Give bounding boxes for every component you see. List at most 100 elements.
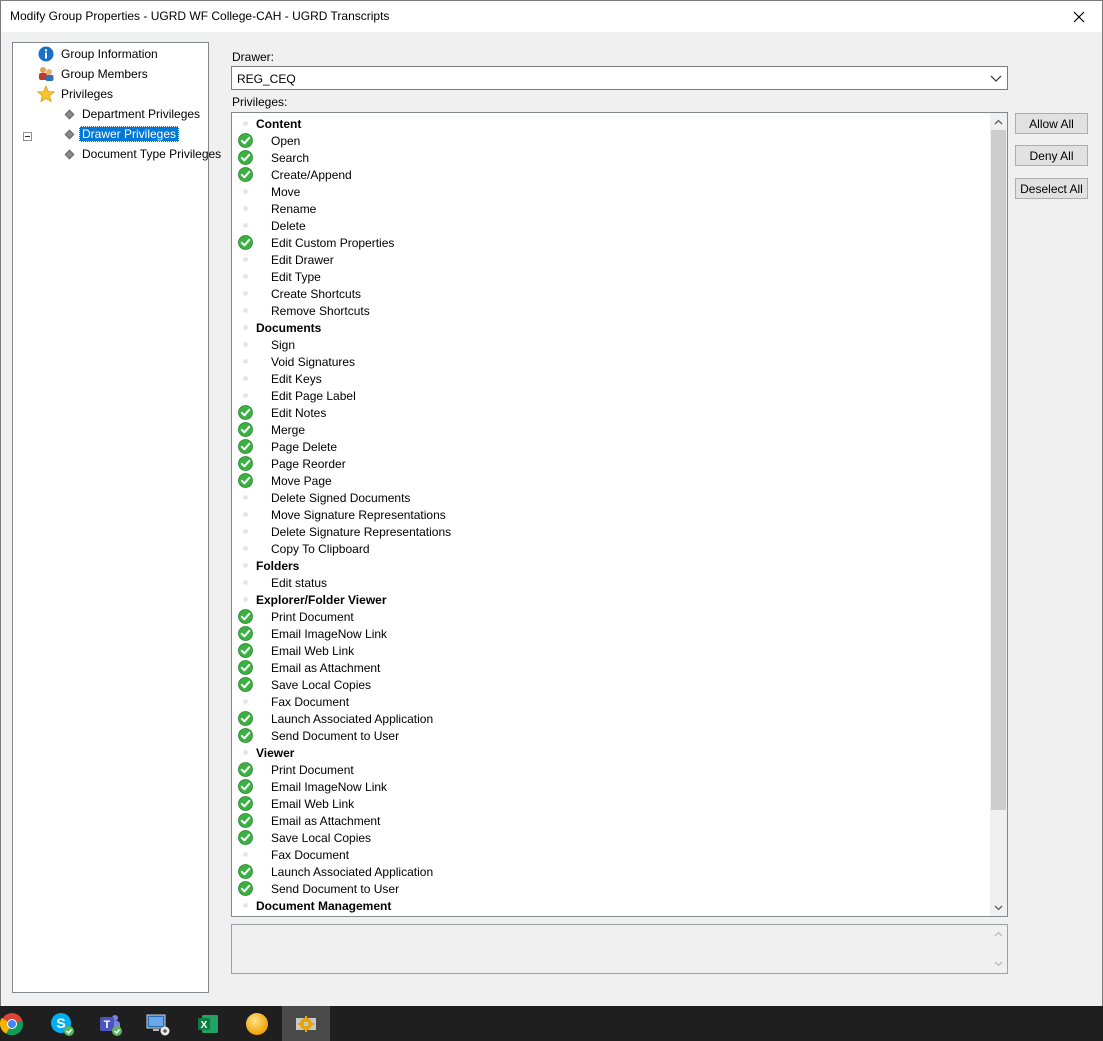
- tree-item-document-type-privileges[interactable]: Document Type Privileges: [61, 145, 224, 163]
- privilege-row[interactable]: Edit Drawer: [232, 251, 990, 268]
- privileges-list[interactable]: Content Open Search Create/Append Move Rename…: [231, 112, 1008, 917]
- tree-item-drawer-privileges[interactable]: Drawer Privileges: [61, 125, 180, 143]
- privilege-row[interactable]: Delete Signed Documents: [232, 489, 990, 506]
- allowed-check-icon[interactable]: [238, 422, 253, 437]
- unset-dot-icon[interactable]: [238, 524, 253, 539]
- allowed-check-icon[interactable]: [238, 677, 253, 692]
- taskbar-excel[interactable]: X: [184, 1006, 232, 1041]
- privilege-row[interactable]: Edit Custom Properties: [232, 234, 990, 251]
- allowed-check-icon[interactable]: [238, 813, 253, 828]
- allowed-check-icon[interactable]: [238, 830, 253, 845]
- privilege-row[interactable]: Email Web Link: [232, 795, 990, 812]
- close-button[interactable]: [1056, 1, 1102, 32]
- privilege-row[interactable]: Move Page: [232, 472, 990, 489]
- privilege-group-row[interactable]: Documents: [232, 319, 990, 336]
- unset-dot-icon[interactable]: [238, 354, 253, 369]
- allowed-check-icon[interactable]: [238, 609, 253, 624]
- allowed-check-icon[interactable]: [238, 405, 253, 420]
- privilege-row[interactable]: Edit Keys: [232, 370, 990, 387]
- privilege-row[interactable]: Merge: [232, 421, 990, 438]
- description-scrollbar[interactable]: [990, 925, 1007, 973]
- privilege-group-row[interactable]: Explorer/Folder Viewer: [232, 591, 990, 608]
- unset-dot-icon[interactable]: [238, 592, 253, 607]
- privilege-row[interactable]: Edit Notes: [232, 404, 990, 421]
- privilege-row[interactable]: Send Document to User: [232, 880, 990, 897]
- allowed-check-icon[interactable]: [238, 779, 253, 794]
- privilege-row[interactable]: Fax Document: [232, 846, 990, 863]
- unset-dot-icon[interactable]: [238, 541, 253, 556]
- unset-dot-icon[interactable]: [238, 388, 253, 403]
- tree-item-department-privileges[interactable]: Department Privileges: [61, 105, 203, 123]
- privilege-row[interactable]: Send Document to User: [232, 727, 990, 744]
- allowed-check-icon[interactable]: [238, 762, 253, 777]
- allowed-check-icon[interactable]: [238, 150, 253, 165]
- drawer-select[interactable]: REG_CEQ: [231, 66, 1008, 90]
- privilege-row[interactable]: Move: [232, 183, 990, 200]
- allowed-check-icon[interactable]: [238, 728, 253, 743]
- allowed-check-icon[interactable]: [238, 473, 253, 488]
- unset-dot-icon[interactable]: [238, 269, 253, 284]
- privilege-row[interactable]: Save Local Copies: [232, 829, 990, 846]
- taskbar-orange-app[interactable]: [233, 1006, 281, 1041]
- taskbar-skype[interactable]: S: [38, 1006, 86, 1041]
- privilege-group-row[interactable]: Folders: [232, 557, 990, 574]
- allowed-check-icon[interactable]: [238, 711, 253, 726]
- unset-dot-icon[interactable]: [238, 745, 253, 760]
- unset-dot-icon[interactable]: [238, 218, 253, 233]
- allowed-check-icon[interactable]: [238, 626, 253, 641]
- privilege-row[interactable]: Page Delete: [232, 438, 990, 455]
- allowed-check-icon[interactable]: [238, 235, 253, 250]
- scroll-down-button[interactable]: [990, 899, 1007, 916]
- privilege-row[interactable]: Search: [232, 149, 990, 166]
- privilege-row[interactable]: Create/Append: [232, 166, 990, 183]
- privilege-row[interactable]: Print Document: [232, 761, 990, 778]
- deny-all-button[interactable]: Deny All: [1015, 145, 1088, 166]
- privilege-row[interactable]: Remove Shortcuts: [232, 302, 990, 319]
- privilege-row[interactable]: Rename: [232, 200, 990, 217]
- unset-dot-icon[interactable]: [238, 507, 253, 522]
- scroll-thumb[interactable]: [991, 130, 1006, 810]
- allowed-check-icon[interactable]: [238, 133, 253, 148]
- privilege-row[interactable]: Email Web Link: [232, 642, 990, 659]
- privilege-row[interactable]: Void Signatures: [232, 353, 990, 370]
- collapse-privileges-toggle[interactable]: [23, 132, 32, 141]
- unset-dot-icon[interactable]: [238, 898, 253, 913]
- unset-dot-icon[interactable]: [238, 490, 253, 505]
- privilege-row[interactable]: Edit Type: [232, 268, 990, 285]
- privilege-row[interactable]: Email ImageNow Link: [232, 625, 990, 642]
- privilege-row[interactable]: Edit status: [232, 574, 990, 591]
- unset-dot-icon[interactable]: [238, 694, 253, 709]
- privilege-row[interactable]: Email as Attachment: [232, 659, 990, 676]
- allowed-check-icon[interactable]: [238, 439, 253, 454]
- deselect-all-button[interactable]: Deselect All: [1015, 178, 1088, 199]
- allowed-check-icon[interactable]: [238, 796, 253, 811]
- privilege-row[interactable]: Email as Attachment: [232, 812, 990, 829]
- unset-dot-icon[interactable]: [238, 201, 253, 216]
- taskbar-teams[interactable]: T: [86, 1006, 134, 1041]
- allowed-check-icon[interactable]: [238, 864, 253, 879]
- taskbar-chrome[interactable]: [0, 1006, 36, 1041]
- unset-dot-icon[interactable]: [238, 847, 253, 862]
- privilege-group-row[interactable]: Viewer: [232, 744, 990, 761]
- unset-dot-icon[interactable]: [238, 286, 253, 301]
- privilege-row[interactable]: Print Document: [232, 608, 990, 625]
- privilege-row[interactable]: Page Reorder: [232, 455, 990, 472]
- taskbar-imagenow[interactable]: [282, 1006, 330, 1041]
- privilege-row[interactable]: Launch Associated Application: [232, 863, 990, 880]
- privilege-row[interactable]: Save Local Copies: [232, 676, 990, 693]
- privilege-row[interactable]: Fax Document: [232, 693, 990, 710]
- privilege-row[interactable]: Open: [232, 132, 990, 149]
- tree-item-privileges[interactable]: Privileges: [37, 85, 116, 103]
- privilege-row[interactable]: Launch Associated Application: [232, 710, 990, 727]
- unset-dot-icon[interactable]: [238, 116, 253, 131]
- unset-dot-icon[interactable]: [238, 184, 253, 199]
- privilege-group-row[interactable]: Document Management: [232, 897, 990, 914]
- privilege-row[interactable]: Delete Signature Representations: [232, 523, 990, 540]
- allowed-check-icon[interactable]: [238, 660, 253, 675]
- unset-dot-icon[interactable]: [238, 558, 253, 573]
- unset-dot-icon[interactable]: [238, 337, 253, 352]
- tree-item-group-members[interactable]: Group Members: [37, 65, 151, 83]
- allowed-check-icon[interactable]: [238, 881, 253, 896]
- unset-dot-icon[interactable]: [238, 371, 253, 386]
- privilege-row[interactable]: Create Shortcuts: [232, 285, 990, 302]
